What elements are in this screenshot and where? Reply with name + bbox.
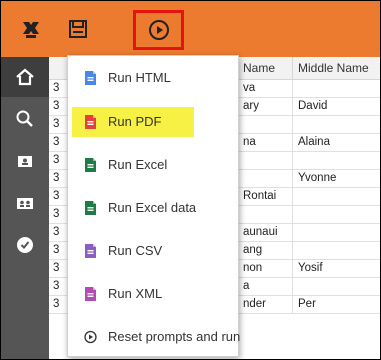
middle-name-cell [292, 224, 380, 241]
menu-item-run-xml[interactable]: Run XML [68, 278, 238, 310]
excel-data-file-icon [85, 201, 96, 215]
name-cell: ary [237, 98, 292, 115]
tools-button[interactable] [17, 15, 45, 43]
app-window: Name Middle Name 3 va 3 ary David 3 3 na Alaina 3… [0, 0, 381, 360]
menu-item-label: Run PDF [108, 114, 162, 129]
name-cell: Rontai [237, 188, 292, 205]
row-number-cell: 3 [49, 242, 69, 259]
name-cell [237, 170, 292, 187]
top-toolbar [1, 1, 380, 57]
sidebar-recent-button[interactable] [1, 225, 49, 265]
menu-item-run-excel-data[interactable]: Run Excel data [68, 192, 238, 224]
header-row-number [49, 57, 69, 79]
menu-item-label: Run HTML [108, 70, 171, 85]
middle-name-cell: Alaina [292, 134, 380, 151]
team-folder-icon [17, 198, 33, 209]
name-cell [237, 206, 292, 223]
middle-name-cell [292, 152, 380, 169]
menu-item-label: Reset prompts and run [108, 329, 241, 344]
csv-file-icon [85, 244, 96, 258]
middle-name-cell [292, 116, 380, 133]
html-file-icon [85, 71, 96, 85]
name-cell: non [237, 260, 292, 277]
name-cell: va [237, 80, 292, 97]
menu-item-label: Run Excel data [108, 200, 197, 215]
left-sidebar [1, 57, 49, 359]
puzzle-tools-icon [23, 22, 39, 38]
name-cell: aunaui [237, 224, 292, 241]
menu-item-run-excel[interactable]: Run Excel [68, 149, 238, 181]
row-number-cell: 3 [49, 188, 69, 205]
name-cell: na [237, 134, 292, 151]
header-name[interactable]: Name [237, 57, 292, 79]
middle-name-cell: Yosif [292, 260, 380, 277]
home-icon [16, 68, 34, 86]
save-icon [69, 20, 87, 38]
row-number-cell: 3 [49, 206, 69, 223]
menu-item-reset-prompts-and-run[interactable]: Reset prompts and run [68, 321, 241, 353]
save-button[interactable] [64, 15, 92, 43]
header-middle-name[interactable]: Middle Name [292, 57, 380, 79]
middle-name-cell [292, 242, 380, 259]
excel-file-icon [85, 158, 96, 172]
sidebar-team-content-button[interactable] [1, 183, 49, 223]
row-number-cell: 3 [49, 296, 69, 313]
row-number-cell: 3 [49, 260, 69, 277]
run-play-icon [148, 20, 169, 40]
name-cell: a [237, 278, 292, 295]
run-button-highlight [133, 10, 184, 50]
menu-item-run-html[interactable]: Run HTML [68, 62, 238, 94]
row-number-cell: 3 [49, 134, 69, 151]
middle-name-cell [292, 278, 380, 295]
recent-clock-icon [17, 237, 33, 253]
middle-name-cell [292, 206, 380, 223]
middle-name-cell [292, 80, 380, 97]
run-options-menu: Run HTML Run PDF Run Excel Run Excel data Ru… [67, 55, 241, 357]
row-number-cell: 3 [49, 170, 69, 187]
menu-item-label: Run Excel [108, 157, 168, 172]
row-number-cell: 3 [49, 224, 69, 241]
row-number-cell: 3 [49, 98, 69, 115]
name-cell: nder [237, 296, 292, 313]
row-number-cell: 3 [49, 80, 69, 97]
middle-name-cell [292, 188, 380, 205]
sidebar-search-button[interactable] [1, 99, 49, 139]
xml-file-icon [85, 287, 96, 301]
pdf-file-icon [85, 115, 96, 129]
menu-item-label: Run CSV [108, 243, 163, 258]
row-number-cell: 3 [49, 152, 69, 169]
middle-name-cell: Per [292, 296, 380, 313]
menu-item-run-pdf[interactable]: Run PDF [68, 106, 238, 138]
sidebar-home-button[interactable] [1, 57, 49, 97]
reset-run-icon [84, 330, 97, 344]
search-icon [16, 110, 33, 127]
menu-item-label: Run XML [108, 286, 163, 301]
row-number-cell: 3 [49, 278, 69, 295]
middle-name-cell: Yvonne [292, 170, 380, 187]
row-number-cell: 3 [49, 116, 69, 133]
name-cell [237, 116, 292, 133]
personal-folder-icon [18, 156, 32, 167]
name-cell: ang [237, 242, 292, 259]
run-button[interactable] [147, 18, 171, 42]
sidebar-my-content-button[interactable] [1, 141, 49, 181]
menu-item-run-csv[interactable]: Run CSV [68, 235, 238, 267]
name-cell [237, 152, 292, 169]
middle-name-cell: David [292, 98, 380, 115]
